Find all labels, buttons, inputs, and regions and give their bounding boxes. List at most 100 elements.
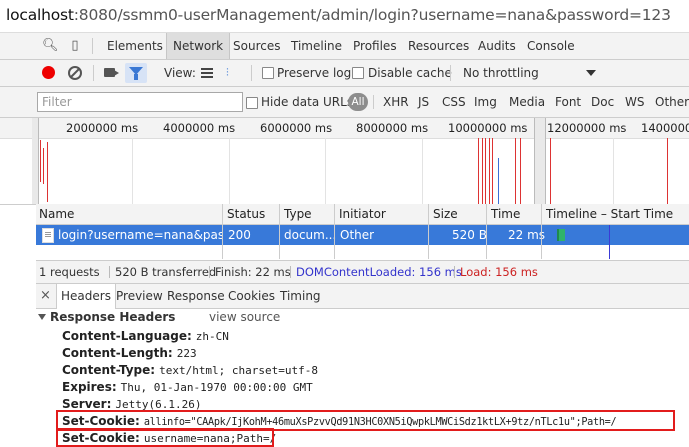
column-header-timeline[interactable]: Timeline – Start Time	[546, 204, 673, 224]
hide-data-urls-label: Hide data URLs	[261, 95, 354, 109]
preserve-log-label: Preserve log	[277, 66, 352, 80]
finish-time: Finish: 22 ms	[215, 265, 291, 279]
tab-response[interactable]: Response	[167, 284, 225, 308]
header-key: Server:	[62, 397, 112, 411]
overview-request-bar	[40, 140, 41, 182]
filter-css[interactable]: CSS	[442, 87, 466, 117]
tab-resources[interactable]: Resources	[402, 33, 475, 59]
header-row: Content-Type: text/html; charset=utf-8	[62, 362, 318, 379]
tab-console[interactable]: Console	[521, 33, 581, 59]
tab-headers[interactable]: Headers	[56, 284, 116, 309]
overview-tick: 10000000 ms	[448, 121, 528, 135]
status-divider	[109, 266, 110, 278]
filter-toggle-button[interactable]	[125, 63, 147, 83]
overview-request-bar	[482, 138, 483, 204]
table-row[interactable]: login?username=nana&pass... 200 docum...…	[36, 225, 689, 245]
tab-sources[interactable]: Sources	[227, 33, 286, 59]
response-headers-toggle[interactable]: Response Headers	[38, 310, 175, 324]
filter-ws[interactable]: WS	[625, 87, 644, 117]
tab-timeline[interactable]: Timeline	[285, 33, 348, 59]
column-header-initiator[interactable]: Initiator	[339, 204, 386, 224]
tab-elements[interactable]: Elements	[101, 33, 169, 59]
overview-ruler: 2000000 ms 4000000 ms 6000000 ms 8000000…	[0, 118, 689, 139]
filter-all-button[interactable]: All	[348, 93, 368, 111]
inspect-element-icon[interactable]: 🔍︎	[42, 38, 59, 54]
overview-tick: 6000000 ms	[260, 121, 333, 135]
overview-gridline	[132, 138, 133, 204]
overview-tick: 2000000 ms	[66, 121, 139, 135]
column-header-status[interactable]: Status	[227, 204, 265, 224]
filter-img[interactable]: Img	[474, 87, 497, 117]
filter-xhr[interactable]: XHR	[383, 87, 409, 117]
record-icon[interactable]	[42, 66, 55, 79]
triangle-down-icon	[38, 314, 46, 320]
response-headers-panel: Response Headers view source Content-Lan…	[36, 309, 689, 447]
overview-waterfall-icon[interactable]: ⫶	[226, 67, 240, 79]
column-divider[interactable]	[222, 204, 223, 259]
filter-input[interactable]: Filter	[37, 92, 243, 112]
filter-js[interactable]: JS	[418, 87, 429, 117]
network-toolbar: View: ⫶ Preserve log Disable cache No th…	[0, 60, 689, 87]
overview-domcontent-marker	[498, 158, 499, 204]
hide-data-urls-checkbox[interactable]	[246, 97, 258, 109]
column-header-time[interactable]: Time	[491, 204, 520, 224]
filter-font[interactable]: Font	[555, 87, 581, 117]
tab-timing[interactable]: Timing	[280, 284, 321, 308]
device-mode-icon[interactable]: ▯	[67, 38, 83, 54]
network-status-bar: 1 requests 520 B transferred Finish: 22 …	[36, 260, 689, 284]
throttling-select[interactable]: No throttling	[463, 60, 539, 86]
view-source-link[interactable]: view source	[209, 310, 280, 324]
highlight-box-username-cookie	[56, 428, 274, 447]
overview-window-handle[interactable]	[534, 118, 546, 204]
overview-tick: 4000000 ms	[163, 121, 236, 135]
overview-gridline	[422, 138, 423, 204]
overview-request-bar	[667, 138, 668, 204]
filter-other[interactable]: Other	[655, 87, 689, 117]
filter-doc[interactable]: Doc	[591, 87, 614, 117]
tab-cookies[interactable]: Cookies	[228, 284, 275, 308]
overview-request-bar	[550, 138, 551, 204]
view-label: View:	[164, 66, 196, 80]
table-empty-area	[36, 246, 689, 259]
tab-profiles[interactable]: Profiles	[347, 33, 403, 59]
column-header-type[interactable]: Type	[284, 204, 312, 224]
close-icon[interactable]: ×	[40, 288, 51, 303]
column-divider[interactable]	[486, 204, 487, 259]
transferred-size: 520 B transferred	[115, 265, 217, 279]
url-text[interactable]: localhost:8080/ssmm0-userManagement/admi…	[6, 6, 671, 24]
column-header-name[interactable]: Name	[39, 204, 74, 224]
network-overview[interactable]: 2000000 ms 4000000 ms 6000000 ms 8000000…	[0, 118, 689, 205]
preserve-log-checkbox[interactable]	[262, 67, 274, 79]
clear-icon[interactable]	[68, 66, 82, 80]
status-divider	[454, 266, 455, 278]
filter-media[interactable]: Media	[509, 87, 545, 117]
tab-preview[interactable]: Preview	[116, 284, 163, 308]
request-type: docum...	[284, 228, 337, 242]
request-timeline-bar	[557, 229, 565, 241]
overview-request-bar	[43, 148, 44, 184]
large-rows-icon[interactable]	[201, 68, 213, 78]
header-value: text/html; charset=utf-8	[159, 364, 319, 377]
tab-network[interactable]: Network	[166, 33, 231, 59]
load-time: Load: 156 ms	[460, 265, 538, 279]
overview-request-bar	[520, 138, 521, 204]
column-divider[interactable]	[279, 204, 280, 259]
overview-gridline	[325, 138, 326, 204]
header-key: Expires:	[62, 380, 117, 394]
column-divider[interactable]	[334, 204, 335, 259]
overview-gridline	[229, 138, 230, 204]
column-divider[interactable]	[541, 204, 542, 259]
devtools-tab-bar: 🔍︎ ▯ Elements Network Sources Timeline P…	[0, 33, 689, 60]
domcontentloaded-time: DOMContentLoaded: 156 ms	[296, 265, 462, 279]
chevron-down-icon[interactable]	[586, 70, 596, 76]
address-bar[interactable]: localhost:8080/ssmm0-userManagement/admi…	[0, 0, 689, 33]
header-row: Content-Language: zh-CN	[62, 328, 229, 345]
column-header-size[interactable]: Size	[433, 204, 458, 224]
overview-gridline	[613, 138, 614, 204]
column-divider[interactable]	[428, 204, 429, 259]
header-value: 223	[176, 347, 197, 360]
overview-left-handle[interactable]	[32, 118, 39, 204]
disable-cache-checkbox[interactable]	[352, 67, 364, 79]
tab-audits[interactable]: Audits	[472, 33, 522, 59]
capture-screenshots-icon[interactable]	[104, 68, 119, 77]
